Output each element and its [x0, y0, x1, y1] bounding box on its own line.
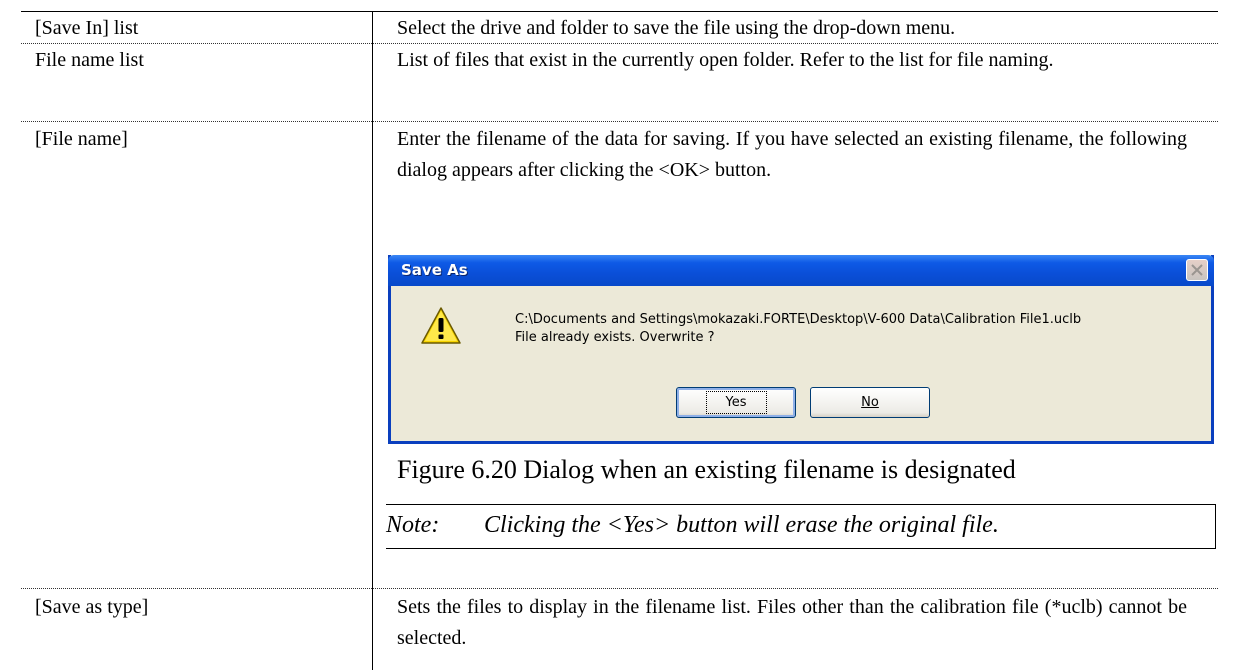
no-button[interactable]: No [810, 387, 930, 418]
row-desc-save-as-type: Sets the files to display in the filenam… [397, 596, 1187, 649]
dialog-title: Save As [401, 261, 468, 279]
dialog-message-question: File already exists. Overwrite ? [515, 330, 715, 345]
row-desc-save-in: Select the drive and folder to save the … [397, 17, 956, 39]
close-button[interactable] [1186, 259, 1208, 281]
dialog-title-bar[interactable]: Save As [388, 255, 1214, 286]
close-icon [1191, 264, 1203, 276]
table-top-rule [21, 11, 1218, 12]
figure-caption: Figure 6.20 Dialog when an existing file… [397, 455, 1016, 484]
row-label-save-in: [Save In] list [35, 17, 139, 39]
note-text: Clicking the <Yes> button will erase the… [484, 512, 999, 538]
yes-button[interactable]: Yes [676, 387, 796, 418]
yes-button-label: Yes [705, 391, 767, 414]
row-label-save-as-type: [Save as type] [35, 596, 149, 618]
row-desc-file-name: Enter the filename of the data for savin… [397, 128, 1187, 181]
note-box: Note: Clicking the <Yes> button will era… [386, 504, 1216, 549]
row-desc-file-name-list: List of files that exist in the currentl… [397, 49, 1054, 71]
dialog-message-path: C:\Documents and Settings\mokazaki.FORTE… [515, 312, 1082, 327]
note-heading: Note: [386, 512, 440, 538]
column-divider [372, 11, 373, 670]
no-button-label: No [861, 395, 879, 410]
row-label-file-name: [File name] [35, 128, 128, 150]
row-divider [21, 588, 1218, 589]
warning-icon [421, 307, 461, 344]
row-label-file-name-list: File name list [35, 49, 144, 71]
save-as-dialog: Save As C:\Documents and Settings\mokaza… [388, 255, 1214, 444]
row-divider [21, 121, 1218, 122]
